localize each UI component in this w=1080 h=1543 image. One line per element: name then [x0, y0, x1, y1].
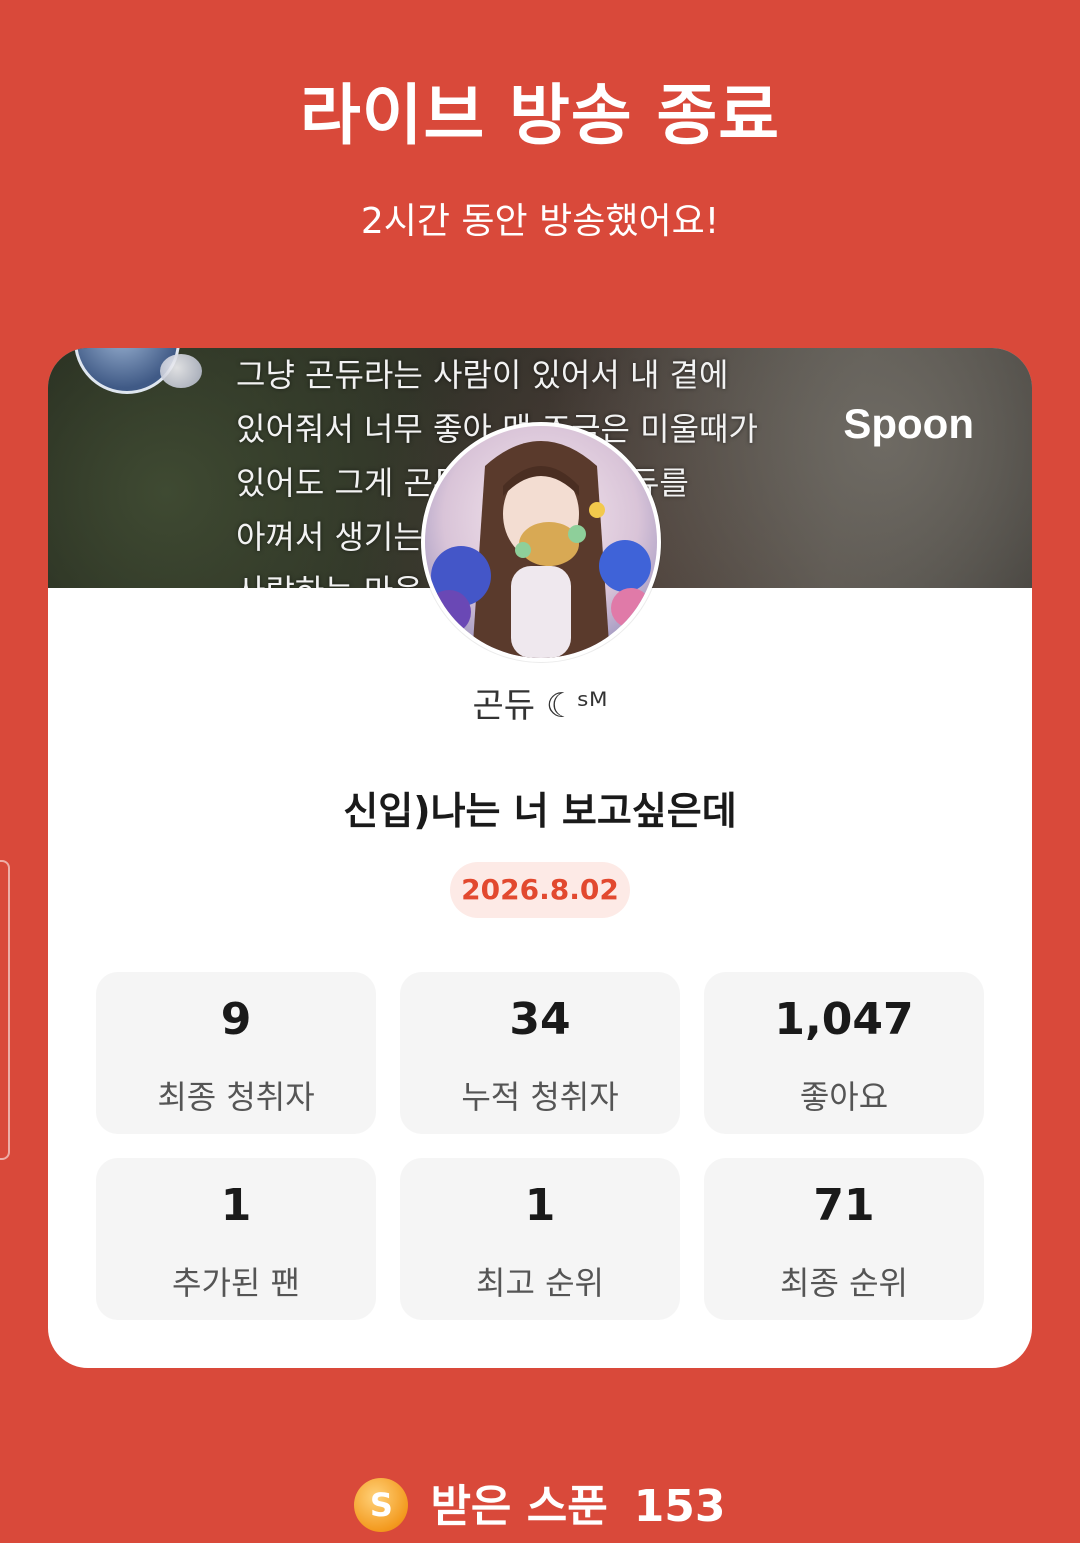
page-title: 라이브 방송 종료 [300, 77, 780, 154]
edge-panel-handle[interactable] [0, 860, 10, 1160]
avatar-image [425, 426, 657, 658]
stat-label: 누적 청취자 [461, 1078, 619, 1116]
stat-label: 좋아요 [799, 1078, 889, 1116]
stat-final-rank: 71 최종 순위 [704, 1158, 984, 1320]
page-subtitle: 2시간 동안 방송했어요! [360, 201, 720, 242]
spoon-coin-icon: S [354, 1478, 409, 1532]
spoon-logo: Spoon [843, 400, 974, 447]
received-spoons: S 받은 스푼 153 [0, 1470, 1080, 1536]
stat-final-listeners: 9 최종 청취자 [96, 972, 376, 1134]
stat-label: 최종 순위 [780, 1264, 908, 1302]
received-spoons-label: 받은 스푼 [430, 1481, 608, 1532]
stat-value: 1 [220, 1180, 252, 1231]
stat-new-fans: 1 추가된 팬 [96, 1158, 376, 1320]
stat-value: 9 [220, 994, 252, 1045]
avatar [421, 422, 661, 662]
live-title: 신입)나는 너 보고싶은데 [343, 789, 737, 833]
banner-avatar-decoration [160, 354, 202, 388]
stat-value: 1,047 [774, 994, 914, 1045]
received-spoons-count: 153 [633, 1481, 726, 1532]
stat-value: 1 [524, 1180, 556, 1231]
stat-total-listeners: 34 누적 청취자 [400, 972, 680, 1134]
date-badge: 2026.8.02 [450, 862, 630, 918]
stat-label: 최종 청취자 [157, 1078, 315, 1116]
stat-likes: 1,047 좋아요 [704, 972, 984, 1134]
stat-label: 추가된 팬 [172, 1264, 300, 1302]
stat-label: 최고 순위 [476, 1264, 604, 1302]
nickname[interactable]: 곤듀 ☾ˢᴹ [48, 678, 1032, 727]
stat-value: 71 [813, 1180, 875, 1231]
stat-value: 34 [509, 994, 571, 1045]
stat-best-rank: 1 최고 순위 [400, 1158, 680, 1320]
broadcast-summary-card: 그냥 곤듀라는 사람이 있어서 내 곁에 있어줘서 너무 좋아 맨 조금은 미울… [48, 348, 1032, 1368]
